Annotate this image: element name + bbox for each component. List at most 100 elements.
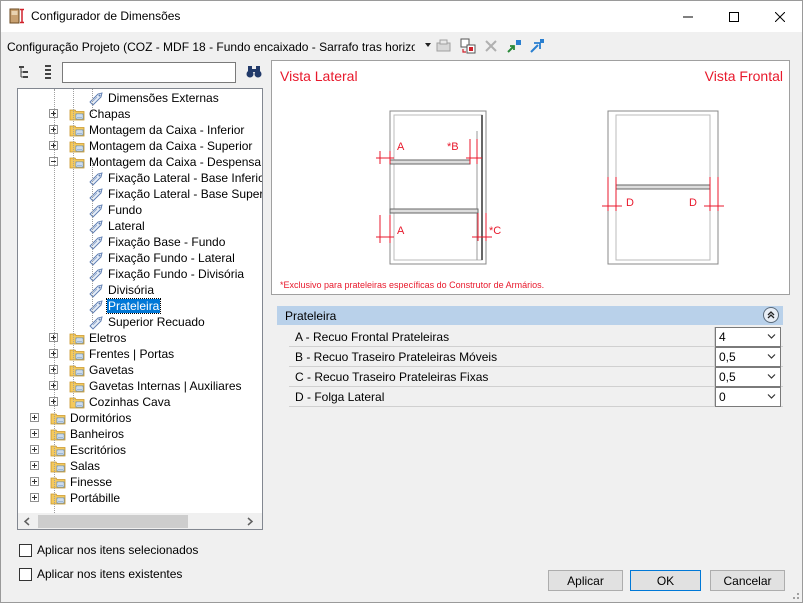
tree-leaf-item[interactable]: Lateral	[88, 218, 146, 234]
property-value: 4	[719, 330, 726, 344]
dimension-diagram: A *B A *C D D	[376, 110, 724, 265]
property-row[interactable]: B - Recuo Traseiro Prateleiras Móveis 0,5	[289, 347, 783, 367]
tag-icon	[89, 188, 103, 202]
tree-item-label: Fundo	[108, 203, 143, 217]
maximize-button[interactable]	[711, 1, 757, 32]
resize-grip-icon[interactable]	[789, 589, 801, 601]
minimize-button[interactable]	[665, 1, 711, 32]
property-value-dropdown[interactable]: 0	[715, 387, 781, 407]
property-value-dropdown[interactable]: 4	[715, 327, 781, 347]
tree-leaf-item[interactable]: Dimensões Externas	[88, 90, 220, 106]
apply-existing-option[interactable]: Aplicar nos itens existentes	[19, 566, 182, 582]
expand-icon[interactable]	[30, 429, 39, 438]
tree-leaf-item[interactable]: Prateleira	[88, 298, 162, 314]
tree-guide-line	[73, 89, 74, 402]
minimize-icon	[683, 16, 693, 17]
tree-folder-item[interactable]: Portábille	[30, 490, 121, 506]
tree-leaf-item[interactable]: Superior Recuado	[88, 314, 206, 330]
property-value-dropdown[interactable]: 0,5	[715, 347, 781, 367]
expand-icon[interactable]	[30, 477, 39, 486]
folder-icon	[69, 157, 85, 169]
tree-folder-item[interactable]: Gavetas	[49, 362, 135, 378]
scroll-left-icon[interactable]	[23, 517, 32, 526]
tree-folder-item[interactable]: Eletros	[49, 330, 127, 346]
apply-existing-checkbox[interactable]	[19, 567, 32, 581]
expand-icon[interactable]	[30, 493, 39, 502]
close-button[interactable]	[757, 1, 803, 32]
tree-leaf-item[interactable]: Fundo	[88, 202, 143, 218]
tag-icon	[89, 316, 103, 330]
folder-icon	[69, 365, 85, 377]
collapse-tree-icon[interactable]	[41, 63, 59, 81]
tree-guide-line	[92, 162, 93, 322]
tree-folder-item[interactable]: Chapas	[49, 106, 131, 122]
preview-note: *Exclusivo para prateleiras específicas …	[280, 280, 545, 290]
tree-horizontal-scrollbar[interactable]	[18, 513, 262, 529]
tree-folder-item[interactable]: Gavetas Internas | Auxiliares	[49, 378, 243, 394]
save-config-icon[interactable]	[435, 37, 453, 55]
tree-folder-item[interactable]: Montagem da Caixa - Inferior	[49, 122, 245, 138]
tag-icon	[89, 284, 103, 298]
search-input[interactable]	[62, 62, 236, 83]
tree-leaf-item[interactable]: Fixação Fundo - Lateral	[88, 250, 236, 266]
folder-icon	[50, 445, 66, 457]
tree-item-label: Prateleira	[105, 298, 162, 314]
tag-icon	[89, 268, 103, 282]
property-row[interactable]: A - Recuo Frontal Prateleiras 4	[289, 327, 783, 347]
close-icon	[775, 11, 785, 22]
apply-selected-option[interactable]: Aplicar nos itens selecionados	[19, 542, 198, 558]
property-category-header[interactable]: Prateleira	[277, 306, 783, 325]
chevron-down-icon	[767, 374, 776, 379]
property-value-dropdown[interactable]: 0,5	[715, 367, 781, 387]
tree-leaf-item[interactable]: Fixação Lateral - Base Inferior	[88, 170, 262, 186]
tree-vertical-scrollbar[interactable]	[262, 89, 263, 514]
apply-button[interactable]: Aplicar	[548, 570, 623, 591]
tree-item-label: Dormitórios	[70, 411, 132, 425]
tag-icon	[89, 172, 103, 186]
tree-folder-item[interactable]: Salas	[30, 458, 101, 474]
collapse-category-button[interactable]	[763, 307, 779, 323]
cancel-button[interactable]: Cancelar	[710, 570, 785, 591]
expand-icon[interactable]	[30, 413, 39, 422]
tree-leaf-item[interactable]: Fixação Fundo - Divisória	[88, 266, 245, 282]
tree-item-label: Finesse	[70, 475, 113, 489]
apply-selected-label: Aplicar nos itens selecionados	[37, 543, 199, 557]
label-d-right: D	[689, 197, 697, 209]
tree-folder-item[interactable]: Montagem da Caixa - Despensa	[49, 154, 262, 170]
tree-leaf-item[interactable]: Fixação Base - Fundo	[88, 234, 226, 250]
configuration-dropdown[interactable]: Configuração Projeto (COZ - MDF 18 - Fun…	[7, 38, 431, 56]
apply-selected-checkbox[interactable]	[19, 543, 32, 557]
expand-icon[interactable]	[30, 461, 39, 470]
tree-folder-item[interactable]: Montagem da Caixa - Superior	[49, 138, 253, 154]
property-row[interactable]: C - Recuo Traseiro Prateleiras Fixas 0,5	[289, 367, 783, 387]
configuration-value: Configuração Projeto (COZ - MDF 18 - Fun…	[7, 40, 415, 54]
property-name: C - Recuo Traseiro Prateleiras Fixas	[295, 370, 489, 384]
property-category-label: Prateleira	[285, 308, 337, 323]
tree-folder-item[interactable]: Finesse	[30, 474, 113, 490]
binoculars-icon[interactable]	[245, 63, 263, 81]
tree-folder-item[interactable]: Banheiros	[30, 426, 125, 442]
import-icon[interactable]	[505, 37, 523, 55]
export-icon[interactable]	[528, 37, 546, 55]
tree-folder-item[interactable]: Escritórios	[30, 442, 127, 458]
folder-icon	[69, 397, 85, 409]
front-view-drawing	[602, 110, 724, 265]
ok-button[interactable]: OK	[630, 570, 701, 591]
folder-icon	[50, 461, 66, 473]
tag-icon	[89, 220, 103, 234]
tree-horizontal-scroll-thumb[interactable]	[38, 515, 188, 528]
category-tree[interactable]: Dimensões Externas Chapas Montagem da Caix…	[17, 88, 263, 530]
tree-folder-item[interactable]: Frentes | Portas	[49, 346, 175, 362]
label-d-left: D	[626, 197, 634, 209]
scroll-right-icon[interactable]	[246, 517, 255, 526]
tree-folder-item[interactable]: Dormitórios	[30, 410, 132, 426]
expand-tree-icon[interactable]	[17, 63, 35, 81]
property-row[interactable]: D - Folga Lateral 0	[289, 387, 783, 407]
expand-icon[interactable]	[30, 445, 39, 454]
tree-leaf-item[interactable]: Divisória	[88, 282, 155, 298]
delete-icon[interactable]	[482, 37, 500, 55]
copy-config-icon[interactable]	[459, 37, 477, 55]
tree-folder-item[interactable]: Cozinhas Cava	[49, 394, 171, 410]
tree-leaf-item[interactable]: Fixação Lateral - Base Superior	[88, 186, 262, 202]
label-c: *C	[489, 225, 501, 237]
